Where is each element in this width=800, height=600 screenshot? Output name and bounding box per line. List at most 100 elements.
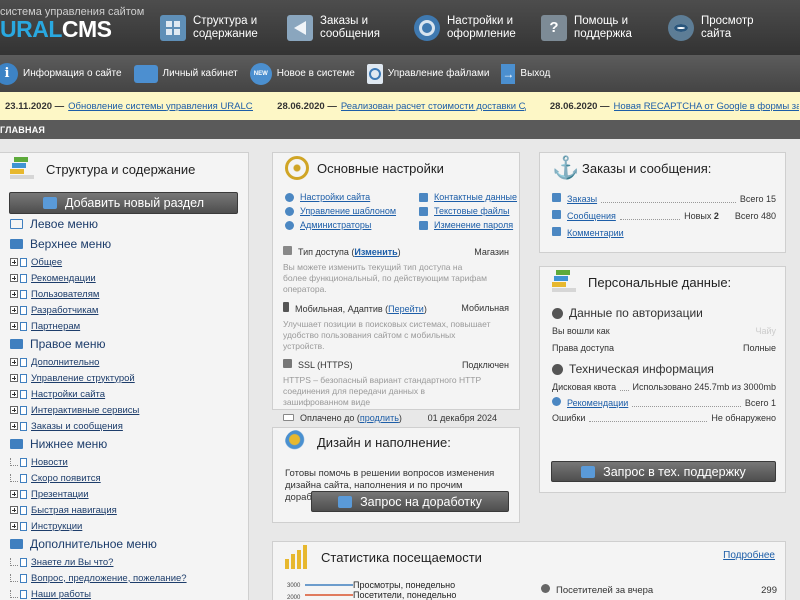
- auth-section-title: Данные по авторизации: [552, 306, 776, 320]
- link-change-password[interactable]: Изменение пароля: [419, 220, 529, 230]
- link-admins[interactable]: Администраторы: [285, 220, 419, 230]
- expand-icon[interactable]: [10, 374, 18, 382]
- topnav-settings[interactable]: Настройки и оформление: [414, 0, 541, 55]
- ticker-link[interactable]: Обновление системы управления URALCMS до…: [68, 101, 253, 112]
- panel-title: Заказы и сообщения:: [582, 160, 712, 176]
- toolbar-label: Личный кабинет: [162, 68, 238, 79]
- tree-item-link[interactable]: Новости: [31, 457, 68, 468]
- tree-item-link[interactable]: Презентации: [31, 489, 89, 500]
- tree-item-link[interactable]: Инструкции: [31, 521, 82, 532]
- row-label: SSL (HTTPS): [298, 360, 353, 370]
- orders-row-link[interactable]: Комментарии: [567, 228, 624, 238]
- tree-item-link[interactable]: Управление структурой: [31, 373, 135, 384]
- expand-icon[interactable]: [10, 322, 18, 330]
- tree-item-link[interactable]: Настройки сайта: [31, 389, 105, 400]
- toolbar-label: Информация о сайте: [23, 68, 122, 79]
- tree-item-link[interactable]: Быстрая навигация: [31, 505, 117, 516]
- orders-row-link[interactable]: Заказы: [567, 194, 597, 204]
- tree-item-link[interactable]: Партнерам: [31, 321, 80, 332]
- orders-row: Сообщения Новых 2 Всего 480: [552, 210, 776, 221]
- tree-item-link[interactable]: Вопрос, предложение, пожелание?: [31, 573, 187, 584]
- password-icon: [419, 220, 428, 230]
- tree-item-link[interactable]: Рекомендации: [31, 273, 96, 284]
- extend-link[interactable]: продлить: [360, 413, 399, 423]
- go-mobile-link[interactable]: Перейти: [388, 304, 424, 314]
- link-template[interactable]: Управление шаблоном: [285, 206, 419, 216]
- tree-item-link[interactable]: Дополнительно: [31, 357, 99, 368]
- tree-section[interactable]: Левое меню: [10, 214, 240, 234]
- stats-more-link[interactable]: Подробнее: [723, 550, 775, 561]
- expand-icon[interactable]: [10, 274, 18, 282]
- expand-icon[interactable]: [10, 490, 18, 498]
- toolbar-site-info[interactable]: Информация о сайте: [0, 62, 122, 85]
- ticker-link[interactable]: Реализован расчет стоимости доставки СДЭ…: [341, 101, 526, 112]
- tree-section[interactable]: Правое меню: [10, 334, 240, 354]
- mobile-note: Улучшает позиции в поисковых системах, п…: [283, 319, 491, 351]
- page-icon: [20, 389, 27, 399]
- page-icon: [20, 305, 27, 315]
- top-navigation: Структура и содержание Заказы и сообщения …: [160, 0, 795, 55]
- expand-icon[interactable]: [10, 406, 18, 414]
- expand-icon[interactable]: [10, 522, 18, 530]
- ticker-link[interactable]: Новая RECAPTCHA от Google в формы заказа…: [614, 101, 799, 112]
- tree-item-link[interactable]: Наши работы: [31, 589, 91, 600]
- expand-icon[interactable]: [10, 506, 18, 514]
- link-label: Настройки сайта: [300, 192, 371, 202]
- link-contacts[interactable]: Контактные данные: [419, 192, 529, 202]
- expand-icon[interactable]: [10, 422, 18, 430]
- page-icon: [20, 521, 27, 531]
- recommendations-link[interactable]: Рекомендации: [567, 398, 628, 408]
- tree-item: Управление структурой: [10, 370, 240, 386]
- server-icon: [552, 363, 563, 375]
- change-access-link[interactable]: Изменить: [354, 247, 397, 257]
- contacts-icon: [419, 192, 428, 202]
- gear-icon: [414, 14, 440, 41]
- stats-panel-header: Статистика посещаемости: [285, 545, 482, 569]
- toolbar-whats-new[interactable]: Новое в системе: [249, 62, 355, 85]
- tree-item-link[interactable]: Разработчикам: [31, 305, 98, 316]
- new-count-value: 2: [713, 210, 719, 221]
- expand-icon[interactable]: [10, 358, 18, 366]
- panel-title: Структура и содержание: [46, 161, 196, 177]
- tree-item-link[interactable]: Заказы и сообщения: [31, 421, 123, 432]
- lock-icon: [283, 359, 292, 368]
- legend-views: Просмотры, понедельно: [353, 580, 455, 590]
- toolbar-account[interactable]: Личный кабинет: [133, 64, 238, 83]
- y-tick-2000: 2000: [287, 595, 301, 600]
- file-icon: [366, 63, 383, 84]
- toolbar-logout[interactable]: Выход: [501, 63, 550, 84]
- tree-item-link[interactable]: Интерактивные сервисы: [31, 405, 139, 416]
- design-request-button[interactable]: Запрос на доработку: [311, 491, 509, 512]
- orders-row-link[interactable]: Сообщения: [567, 211, 616, 221]
- expand-icon[interactable]: [10, 390, 18, 398]
- rights-row: Права доступа Полные: [552, 343, 776, 353]
- page-icon: [20, 457, 27, 467]
- topnav-structure[interactable]: Структура и содержание: [160, 0, 287, 55]
- tree-connector: [10, 458, 18, 466]
- visits-chart: 3000 2000 Просмотры, понедельно Посетите…: [287, 580, 456, 600]
- settings-links: Настройки сайта Контактные данные Управл…: [285, 192, 529, 230]
- errors-value: Не обнаружено: [711, 413, 776, 423]
- tree-item-link[interactable]: Пользователям: [31, 289, 99, 300]
- settings-details: Тип доступа (Изменить) Магазин Вы можете…: [283, 246, 509, 423]
- tree-section[interactable]: Верхнее меню: [10, 234, 240, 254]
- tree-section[interactable]: Нижнее меню: [10, 434, 240, 454]
- support-request-button[interactable]: Запрос в тех. поддержку: [551, 461, 776, 482]
- topnav-help[interactable]: Помощь иподдержка: [541, 0, 668, 55]
- tree-item-link[interactable]: Общее: [31, 257, 62, 268]
- brand-logo[interactable]: URALCMS: [0, 16, 112, 43]
- expand-icon[interactable]: [10, 290, 18, 298]
- tree-item-link[interactable]: Скоро появится: [31, 473, 101, 484]
- expand-icon[interactable]: [10, 306, 18, 314]
- topnav-view-site[interactable]: Просмотр сайта: [668, 0, 795, 55]
- expand-icon[interactable]: [10, 258, 18, 266]
- toolbar-file-manager[interactable]: Управление файлами: [366, 63, 489, 84]
- tree-item-link[interactable]: Знаете ли Вы что?: [31, 557, 113, 568]
- link-text-files[interactable]: Текстовые файлы: [419, 206, 529, 216]
- tree-section[interactable]: Дополнительное меню: [10, 534, 240, 554]
- link-site-settings[interactable]: Настройки сайта: [285, 192, 419, 202]
- topnav-orders[interactable]: Заказы и сообщения: [287, 0, 414, 55]
- add-section-button[interactable]: Добавить новый раздел: [9, 192, 238, 214]
- row-label-close: ): [397, 247, 401, 257]
- folder-add-icon: [43, 197, 57, 209]
